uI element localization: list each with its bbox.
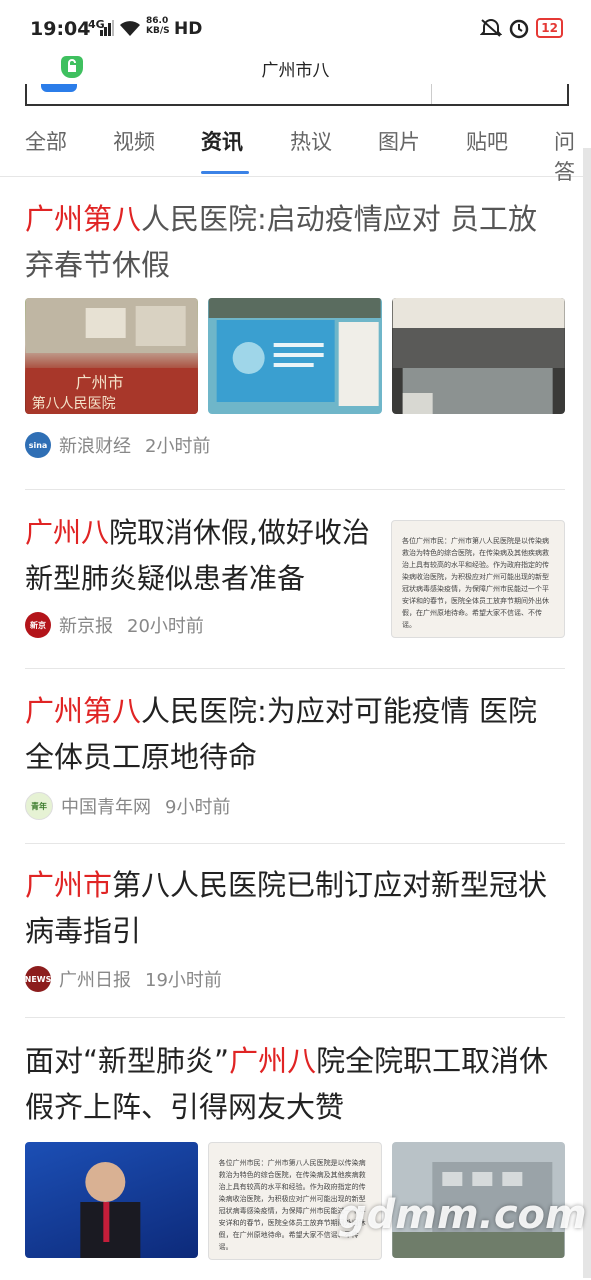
news-title[interactable]: 广州第八人民医院:启动疫情应对 员工放弃春节休假 <box>25 196 565 288</box>
news-source: 中国青年网 <box>61 797 151 818</box>
signal-icon <box>100 20 114 36</box>
news-time: 9小时前 <box>165 797 231 818</box>
news-image[interactable]: 广州市第八人民医院 <box>25 298 199 414</box>
divider <box>25 489 565 490</box>
tab-news[interactable]: 资讯 <box>201 126 243 156</box>
news-thumbnail[interactable]: 各位广州市民：广州市第八人民医院是以传染病救治为特色的综合医院，在传染病及其他疾… <box>391 520 565 638</box>
active-tab-indicator <box>201 171 249 174</box>
search-divider <box>431 84 432 104</box>
tab-tieba[interactable]: 贴吧 <box>466 126 508 156</box>
search-box[interactable] <box>25 84 569 106</box>
news-image[interactable] <box>208 298 382 414</box>
tab-video[interactable]: 视频 <box>113 126 155 156</box>
gzdaily-logo-icon: NEWS <box>25 966 51 992</box>
clock: 19:04 <box>30 18 91 40</box>
search-logo-icon <box>41 84 77 92</box>
news-title[interactable]: 广州市第八人民医院已制订应对新型冠状病毒指引 <box>25 862 565 954</box>
news-title[interactable]: 广州八院取消休假,做好收治新型肺炎疑似患者准备 <box>25 510 380 602</box>
news-source: 广州日报 <box>59 970 131 991</box>
xinjingbao-logo-icon: 新京 <box>25 612 51 638</box>
news-item[interactable]: 广州第八人民医院:启动疫情应对 员工放弃春节休假 广州市第八人民医院 sina … <box>25 196 565 490</box>
news-image[interactable] <box>391 298 565 414</box>
scrollbar[interactable] <box>583 148 591 1278</box>
watermark: gdmm.com <box>338 1192 587 1238</box>
page-title: 广州市八 <box>261 61 330 81</box>
news-title[interactable]: 广州第八人民医院:为应对可能疫情 医院全体员工原地待命 <box>25 688 565 780</box>
news-source: 新浪财经 <box>59 436 131 457</box>
network-speed: 86.0 KB/S <box>146 16 170 36</box>
title-bar: 广州市八 <box>0 50 591 88</box>
news-source: 新京报 <box>59 616 113 637</box>
news-image[interactable] <box>25 1142 198 1258</box>
news-item[interactable]: 广州市第八人民医院已制订应对新型冠状病毒指引 NEWS 广州日报 19小时前 <box>25 862 565 1018</box>
youth-logo-icon: 青年 <box>25 792 53 820</box>
news-images: 广州市第八人民医院 <box>25 298 565 414</box>
wifi-icon <box>120 21 140 36</box>
news-time: 19小时前 <box>145 970 222 991</box>
sign-text-2: 第八人民医院 <box>32 395 116 411</box>
news-title[interactable]: 面对“新型肺炎”广州八院全院职工取消休假齐上阵、引得网友大赞 <box>25 1038 565 1130</box>
tab-images[interactable]: 图片 <box>378 126 420 156</box>
news-time: 2小时前 <box>145 436 211 457</box>
sina-logo-icon: sina <box>25 432 51 458</box>
tab-all[interactable]: 全部 <box>25 126 67 156</box>
divider <box>25 1017 565 1018</box>
notice-text: 各位广州市民：广州市第八人民医院是以传染病救治为特色的综合医院，在传染病及其他疾… <box>402 537 549 629</box>
news-time: 20小时前 <box>127 616 204 637</box>
news-item[interactable]: 广州八院取消休假,做好收治新型肺炎疑似患者准备 新京 新京报 20小时前 各位广… <box>25 510 565 669</box>
news-meta: 青年 中国青年网 9小时前 <box>25 792 565 820</box>
divider <box>25 843 565 844</box>
tab-discussion[interactable]: 热议 <box>290 126 332 156</box>
divider <box>25 668 565 669</box>
mute-icon <box>480 19 503 37</box>
news-meta: NEWS 广州日报 19小时前 <box>25 966 565 992</box>
sign-text: 广州市 <box>76 374 124 392</box>
alarm-icon <box>510 19 529 39</box>
tab-bar: 全部 视频 资讯 热议 图片 贴吧 问答 <box>0 120 591 184</box>
hd-indicator: HD <box>174 19 203 39</box>
news-meta: sina 新浪财经 2小时前 <box>25 432 565 458</box>
news-item[interactable]: 广州第八人民医院:为应对可能疫情 医院全体员工原地待命 青年 中国青年网 9小时… <box>25 688 565 844</box>
battery-icon: 12 <box>536 18 563 38</box>
